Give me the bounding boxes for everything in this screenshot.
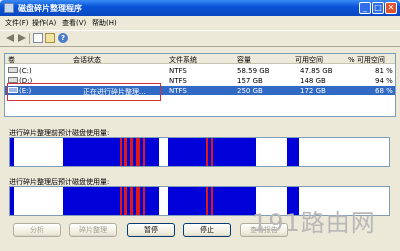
fragmented-segment <box>206 138 208 166</box>
fragmented-segment <box>130 138 133 166</box>
menu-file[interactable]: 文件(F) <box>5 18 29 28</box>
column-status[interactable]: 会话状态 <box>73 55 101 65</box>
fragmented-segment <box>120 187 122 215</box>
help-icon[interactable]: ? <box>58 33 68 43</box>
volume-percent-free: 68 % <box>375 87 393 95</box>
volume-percent-free: 94 % <box>375 77 393 85</box>
column-capacity[interactable]: 容量 <box>237 55 251 65</box>
menu-view[interactable]: 查看(V) <box>62 18 86 28</box>
volume-free: 47.85 GB <box>300 67 333 75</box>
volume-capacity: 58.59 GB <box>237 67 270 75</box>
menu-action[interactable]: 操作(A) <box>32 18 56 28</box>
toolbar: ? <box>0 30 400 47</box>
volume-name: (C:) <box>19 67 32 75</box>
volume-filesystem: NTFS <box>169 87 187 95</box>
menu-help[interactable]: 帮助(H) <box>92 18 117 28</box>
volume-free: 172 GB <box>300 87 326 95</box>
watermark-logo: 191路由网 <box>252 209 376 237</box>
column-free-space[interactable]: 可用空间 <box>295 55 323 65</box>
fragmented-segment <box>211 187 213 215</box>
defrag-app-icon <box>4 3 14 13</box>
before-usage-map <box>9 137 390 167</box>
volume-percent-free: 81 % <box>375 67 393 75</box>
minimize-button[interactable]: _ <box>359 2 371 14</box>
fragmented-segment <box>206 187 208 215</box>
fragmented-segment <box>143 187 145 215</box>
pause-button[interactable]: 暂停 <box>127 223 175 237</box>
drive-icon <box>8 67 18 73</box>
fragmented-segment <box>124 138 127 166</box>
column-filesystem[interactable]: 文件系统 <box>169 55 197 65</box>
volume-row[interactable]: (C:) NTFS 58.59 GB 47.85 GB 81 % <box>5 66 395 75</box>
fragmented-segment <box>120 138 122 166</box>
analyze-button[interactable]: 分析 <box>13 223 61 237</box>
toolbar-separator <box>29 33 30 44</box>
fragmented-segment <box>136 187 140 215</box>
fragmented-segment <box>136 138 140 166</box>
volume-filesystem: NTFS <box>169 67 187 75</box>
title-bar: 磁盘碎片整理程序 _ □ ✕ <box>0 0 400 16</box>
column-percent-free[interactable]: % 可用空间 <box>348 55 385 65</box>
volume-capacity: 250 GB <box>237 87 263 95</box>
defragment-button[interactable]: 碎片整理 <box>69 223 117 237</box>
fragmented-segment <box>124 187 127 215</box>
menu-bar: 文件(F) 操作(A) 查看(V) 帮助(H) <box>0 16 400 29</box>
highlight-box <box>7 83 161 101</box>
volume-list-header: 卷 会话状态 文件系统 容量 可用空间 % 可用空间 <box>5 54 395 64</box>
properties-icon[interactable] <box>33 33 43 43</box>
stop-button[interactable]: 停止 <box>183 223 231 237</box>
volume-capacity: 157 GB <box>237 77 263 85</box>
maximize-button[interactable]: □ <box>372 2 384 14</box>
back-arrow-icon[interactable] <box>5 33 15 43</box>
fragmented-segment <box>211 138 213 166</box>
forward-arrow-icon[interactable] <box>17 33 27 43</box>
used-segment <box>10 187 14 215</box>
volume-filesystem: NTFS <box>169 77 187 85</box>
used-segment <box>287 138 299 166</box>
column-volume[interactable]: 卷 <box>8 55 15 65</box>
used-segment <box>10 138 14 166</box>
window-title: 磁盘碎片整理程序 <box>18 4 82 13</box>
refresh-icon[interactable] <box>45 33 55 43</box>
fragmented-segment <box>130 187 133 215</box>
fragmented-segment <box>143 138 145 166</box>
volume-free: 148 GB <box>300 77 326 85</box>
close-button[interactable]: ✕ <box>385 2 397 14</box>
